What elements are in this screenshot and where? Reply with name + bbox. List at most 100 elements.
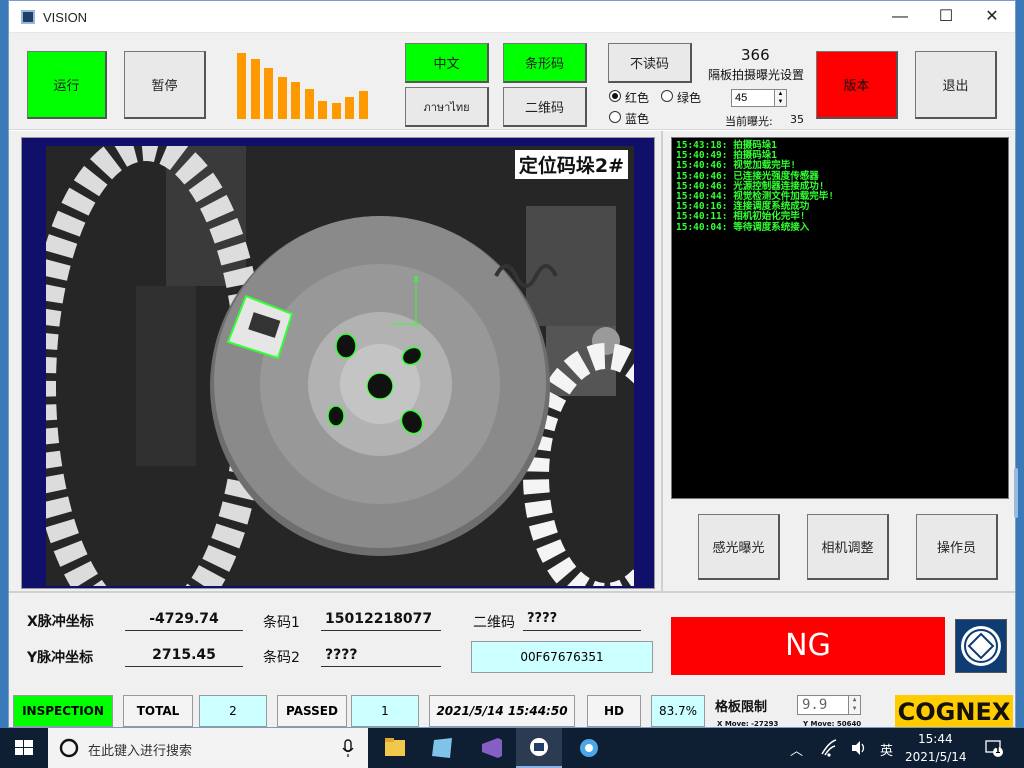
histogram-bar <box>237 53 246 119</box>
notification-icon <box>985 740 1003 757</box>
limit-input[interactable]: 9.9 ▲ ▼ <box>797 695 861 715</box>
histogram-bar <box>331 102 341 119</box>
result-indicator: NG <box>671 617 945 675</box>
vision-app-taskbar-icon[interactable] <box>516 728 562 768</box>
ime-indicator[interactable]: 英 <box>880 740 893 759</box>
clock-time[interactable]: 15:44 <box>918 732 953 746</box>
notes-app-icon[interactable] <box>420 728 466 768</box>
file-explorer-icon[interactable] <box>372 728 418 768</box>
histogram-bar <box>318 101 327 119</box>
minimize-button[interactable]: — <box>877 1 923 33</box>
barcode-mode-button[interactable]: 条形码 <box>503 43 587 83</box>
logo-icon <box>961 626 1001 666</box>
qrcode-hex-field: 00F67676351 <box>471 641 653 673</box>
camera-label: 定位码垛2# <box>514 150 628 179</box>
no-read-button[interactable]: 不读码 <box>608 43 692 83</box>
window-title: VISION <box>43 10 88 25</box>
y-coordinate-value: 2715.45 <box>125 645 243 667</box>
total-value: 2 <box>199 695 267 727</box>
current-exposure-value: 35 <box>790 113 804 126</box>
run-button[interactable]: 运行 <box>27 51 107 119</box>
histogram-bar <box>264 68 273 119</box>
histogram-bar <box>358 90 368 119</box>
cognex-logo: COGNEX <box>895 695 1013 727</box>
exposure-input[interactable]: 45 ▲ ▼ <box>731 89 787 107</box>
green-color-label: 绿色 <box>677 91 702 105</box>
svg-text:×: × <box>412 274 420 285</box>
green-color-radio[interactable] <box>661 90 673 102</box>
passed-label: PASSED <box>277 695 347 727</box>
limit-label: 格板限制 <box>715 700 768 715</box>
limit-spin-down-icon[interactable]: ▼ <box>848 705 860 714</box>
spin-down-icon[interactable]: ▼ <box>774 98 786 106</box>
tray-overflow-icon[interactable]: ︿ <box>790 740 803 759</box>
pause-button[interactable]: 暂停 <box>124 51 206 119</box>
red-color-label: 红色 <box>625 91 650 105</box>
close-button[interactable]: ✕ <box>969 1 1015 33</box>
exposure-input-value: 45 <box>735 92 748 104</box>
limit-spin-up-icon[interactable]: ▲ <box>848 696 860 705</box>
passed-value: 1 <box>351 695 419 727</box>
app-icon <box>21 10 35 24</box>
histogram-bar <box>291 81 300 119</box>
operator-button[interactable]: 操作员 <box>916 514 998 580</box>
qrcode-label: 二维码 <box>473 615 515 631</box>
version-button[interactable]: 版本 <box>816 51 898 119</box>
microphone-icon[interactable] <box>340 728 356 768</box>
blue-color-label: 蓝色 <box>625 112 650 126</box>
qrcode-mode-button[interactable]: 二维码 <box>503 87 587 127</box>
volume-icon[interactable] <box>850 728 868 768</box>
barcode2-value: ???? <box>321 645 441 667</box>
horizontal-divider <box>9 591 1015 593</box>
exposure-value: 366 <box>741 46 770 64</box>
visual-studio-icon[interactable] <box>468 728 514 768</box>
taskbar-search[interactable]: 在此键入进行搜索 <box>48 728 368 768</box>
histogram-bar <box>250 59 260 119</box>
barcode1-label: 条码1 <box>263 615 300 631</box>
camera-view-frame: × 定位码垛2# <box>21 137 655 589</box>
camera-image: × 定位码垛2# <box>46 146 634 586</box>
spin-up-icon[interactable]: ▲ <box>774 90 786 98</box>
vertical-divider <box>661 131 663 591</box>
x-coordinate-value: -4729.74 <box>125 609 243 631</box>
maximize-button[interactable]: ☐ <box>923 1 969 33</box>
scrollbar-thumb[interactable] <box>1014 468 1018 518</box>
limit-input-value: 9.9 <box>802 697 828 713</box>
start-button[interactable] <box>0 728 48 768</box>
event-log[interactable]: 15:43:18: 拍摄码垛1 15:40:49: 拍摄码垛1 15:40:46: … <box>671 137 1009 499</box>
wifi-icon[interactable] <box>820 728 838 768</box>
hd-label: HD <box>587 695 641 727</box>
total-label: TOTAL <box>123 695 193 727</box>
histogram-bar <box>277 77 287 119</box>
thai-language-button[interactable]: ภาษาไทย <box>405 87 489 127</box>
y-coordinate-label: Y脉冲坐标 <box>27 650 94 666</box>
qrcode-value: ???? <box>523 609 641 631</box>
barcode2-label: 条码2 <box>263 650 300 666</box>
exposure-button[interactable]: 感光曝光 <box>698 514 780 580</box>
camera-adjust-button[interactable]: 相机调整 <box>807 514 889 580</box>
notification-count: 1 <box>995 746 1001 755</box>
log-line: 15:40:04: 等待调度系统接入 <box>676 221 810 233</box>
inspection-indicator: INSPECTION <box>13 695 113 727</box>
histogram-bar <box>345 96 354 119</box>
taskbar: 在此键入进行搜索 ︿ 英 15:44 2021/5/14 1 <box>0 728 1024 768</box>
barcode1-value: 15012218077 <box>321 609 441 631</box>
red-color-radio[interactable] <box>609 90 621 102</box>
title-bar: VISION — ☐ ✕ <box>9 1 1015 33</box>
exit-button[interactable]: 退出 <box>915 51 997 119</box>
toolbar-divider <box>9 129 1015 131</box>
search-placeholder: 在此键入进行搜索 <box>88 744 193 759</box>
app-window: VISION — ☐ ✕ 运行 暂停 中文 ภาษาไทย 条形码 二维码 不读… <box>8 0 1016 728</box>
histogram-bar <box>304 89 314 119</box>
chinese-language-button[interactable]: 中文 <box>405 43 489 83</box>
current-exposure-label: 当前曝光: <box>725 115 773 128</box>
y-move-readout: Y Move: 50640 <box>803 720 862 728</box>
x-move-readout: X Move: -27293 <box>717 720 779 728</box>
camera-scene: × <box>46 146 634 586</box>
clock-date[interactable]: 2021/5/14 <box>905 750 967 764</box>
notification-center-icon[interactable]: 1 <box>984 738 1004 758</box>
blue-color-radio[interactable] <box>609 111 621 123</box>
x-coordinate-label: X脉冲坐标 <box>27 614 94 630</box>
network-app-icon[interactable] <box>566 728 612 768</box>
histogram-chart <box>237 51 377 119</box>
